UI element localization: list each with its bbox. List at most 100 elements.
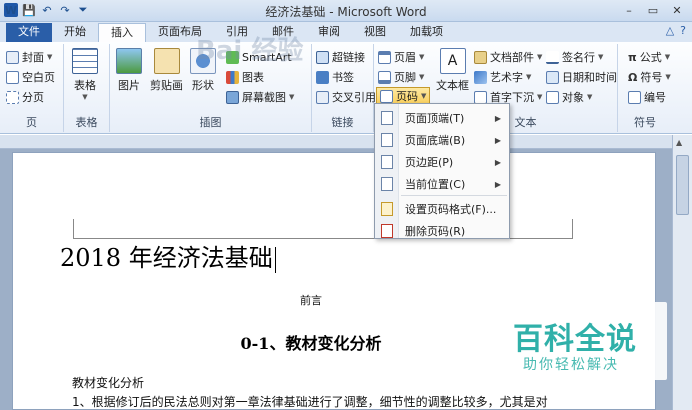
submenu-arrow-icon: ▶ bbox=[494, 179, 501, 189]
menu-item-label: 页面顶端(T) bbox=[405, 112, 465, 125]
menu-item-bottom-of-page[interactable]: 页面底端(B) ▶ bbox=[375, 129, 509, 151]
vertical-scrollbar[interactable]: ▲ bbox=[672, 135, 692, 410]
tab-home[interactable]: 开始 bbox=[52, 23, 98, 42]
scrollbar-thumb[interactable] bbox=[676, 155, 689, 215]
group-pages: 封面 ▼ 空白页 分页 页 bbox=[0, 44, 64, 132]
tab-insert[interactable]: 插入 bbox=[98, 23, 146, 42]
tab-view[interactable]: 视图 bbox=[352, 23, 398, 42]
submenu-arrow-icon: ▶ bbox=[494, 113, 501, 123]
chart-button[interactable]: 图表 bbox=[226, 68, 264, 86]
table-button[interactable]: 表格 ▼ bbox=[72, 48, 98, 101]
close-button[interactable]: ✕ bbox=[666, 2, 688, 19]
footer-label: 页脚 bbox=[394, 71, 416, 84]
clipart-label: 剪贴画 bbox=[150, 79, 183, 92]
ribbon-tabs: 文件 开始 插入 页面布局 引用 邮件 审阅 视图 加载项 △ ? bbox=[0, 22, 692, 42]
chevron-down-icon: ▼ bbox=[537, 53, 543, 61]
tab-addins[interactable]: 加载项 bbox=[398, 23, 455, 42]
object-icon bbox=[546, 90, 559, 104]
chevron-down-icon: ▼ bbox=[664, 53, 671, 61]
menu-item-top-of-page[interactable]: 页面顶端(T) ▶ bbox=[375, 107, 509, 129]
cover-page-button[interactable]: 封面 ▼ bbox=[6, 48, 52, 66]
symbol-button[interactable]: Ω 符号 ▼ bbox=[628, 68, 671, 86]
chevron-down-icon: ▼ bbox=[537, 93, 543, 101]
equation-button[interactable]: π 公式 ▼ bbox=[628, 48, 670, 66]
tab-right-controls: △ ? bbox=[666, 24, 686, 37]
hyperlink-button[interactable]: 超链接 bbox=[316, 48, 365, 66]
scroll-up-icon[interactable]: ▲ bbox=[676, 138, 682, 147]
picture-button[interactable]: 图片 bbox=[116, 48, 142, 93]
restore-button[interactable]: ▭ bbox=[642, 2, 664, 19]
chevron-down-icon: ▼ bbox=[421, 92, 427, 100]
watermark-sub-text: 助你轻松解决 bbox=[523, 357, 619, 373]
screenshot-label: 屏幕截图 bbox=[242, 91, 286, 104]
chart-label: 图表 bbox=[242, 71, 264, 84]
page-break-button[interactable]: 分页 bbox=[6, 88, 44, 106]
menu-separator bbox=[401, 195, 507, 196]
group-label-symbols: 符号 bbox=[634, 116, 656, 129]
chevron-down-icon: ▼ bbox=[526, 73, 532, 81]
baidu-watermark: Bai 经验 bbox=[196, 36, 304, 66]
menu-item-remove-page-numbers[interactable]: 删除页码(R) bbox=[375, 220, 509, 242]
date-time-button[interactable]: 日期和时间 bbox=[546, 68, 617, 86]
expand-ribbon-icon[interactable]: △ bbox=[666, 24, 674, 37]
quick-parts-button[interactable]: 文档部件 ▼ bbox=[474, 48, 542, 66]
textbox-button[interactable]: A 文本框 bbox=[436, 48, 469, 93]
footer-icon bbox=[378, 70, 391, 84]
tab-file[interactable]: 文件 bbox=[6, 23, 52, 42]
menu-item-page-margins[interactable]: 页边距(P) ▶ bbox=[375, 151, 509, 173]
wordart-label: 艺术字 bbox=[490, 71, 523, 84]
chevron-down-icon: ▼ bbox=[47, 53, 53, 61]
pi-icon: π bbox=[628, 50, 637, 64]
paragraph-2[interactable]: 1、根据修订后的民法总则对第一章法律基础进行了调整，细节性的调整比较多，尤其是对 bbox=[72, 393, 548, 410]
footer-button[interactable]: 页脚 ▼ bbox=[378, 68, 424, 86]
picture-label: 图片 bbox=[118, 79, 140, 92]
number-button[interactable]: 编号 bbox=[628, 88, 666, 106]
signature-line-button[interactable]: 签名行 ▼ bbox=[546, 48, 603, 66]
omega-icon: Ω bbox=[628, 70, 638, 84]
group-label-links: 链接 bbox=[331, 116, 354, 129]
document-title[interactable]: 2018 年经济法基础 bbox=[60, 238, 276, 273]
horizontal-ruler[interactable] bbox=[0, 135, 672, 149]
cross-reference-button[interactable]: 交叉引用 bbox=[316, 88, 376, 106]
menu-item-format-page-numbers[interactable]: 设置页码格式(F)... bbox=[375, 198, 509, 220]
remove-page-numbers-icon bbox=[381, 224, 393, 238]
menu-item-label: 页面底端(B) bbox=[405, 134, 466, 147]
tab-review[interactable]: 审阅 bbox=[306, 23, 352, 42]
group-links: 超链接 书签 交叉引用 链接 bbox=[312, 44, 376, 132]
menu-item-current-position[interactable]: 当前位置(C) ▶ bbox=[375, 173, 509, 195]
paragraph-1[interactable]: 教材变化分析 bbox=[72, 374, 144, 391]
textbox-label: 文本框 bbox=[436, 79, 469, 92]
format-page-numbers-icon bbox=[381, 202, 393, 216]
cover-page-label: 封面 bbox=[22, 51, 44, 64]
calendar-icon bbox=[546, 70, 559, 84]
screenshot-icon bbox=[226, 90, 239, 104]
wordart-button[interactable]: 艺术字 ▼ bbox=[474, 68, 531, 86]
help-icon[interactable]: ? bbox=[680, 24, 686, 37]
page-number-label: 页码 bbox=[396, 90, 418, 103]
shapes-label: 形状 bbox=[192, 79, 214, 92]
minimize-button[interactable]: – bbox=[618, 2, 640, 19]
header-button[interactable]: 页眉 ▼ bbox=[378, 48, 424, 66]
number-icon bbox=[628, 90, 641, 104]
chevron-down-icon: ▼ bbox=[587, 93, 593, 101]
submenu-arrow-icon: ▶ bbox=[494, 157, 501, 167]
screenshot-button[interactable]: 屏幕截图 ▼ bbox=[226, 88, 294, 106]
page-break-icon bbox=[6, 90, 19, 104]
quick-parts-label: 文档部件 bbox=[490, 51, 534, 64]
signature-line-icon bbox=[546, 50, 559, 64]
clipart-button[interactable]: 剪贴画 bbox=[150, 48, 183, 93]
clipart-icon bbox=[153, 48, 180, 74]
blank-page-button[interactable]: 空白页 bbox=[6, 68, 55, 86]
window-title: 经济法基础 - Microsoft Word bbox=[265, 5, 427, 19]
submenu-arrow-icon: ▶ bbox=[494, 135, 501, 145]
object-button[interactable]: 对象 ▼ bbox=[546, 88, 592, 106]
menu-item-label: 设置页码格式(F)... bbox=[405, 203, 497, 216]
chevron-down-icon: ▼ bbox=[665, 73, 671, 81]
date-time-label: 日期和时间 bbox=[562, 71, 617, 84]
cross-reference-icon bbox=[316, 90, 329, 104]
bookmark-label: 书签 bbox=[332, 71, 354, 84]
page-number-icon bbox=[380, 89, 393, 103]
chevron-down-icon: ▼ bbox=[419, 73, 425, 81]
document-title-text: 2018 年经济法基础 bbox=[60, 244, 273, 272]
bookmark-button[interactable]: 书签 bbox=[316, 68, 354, 86]
